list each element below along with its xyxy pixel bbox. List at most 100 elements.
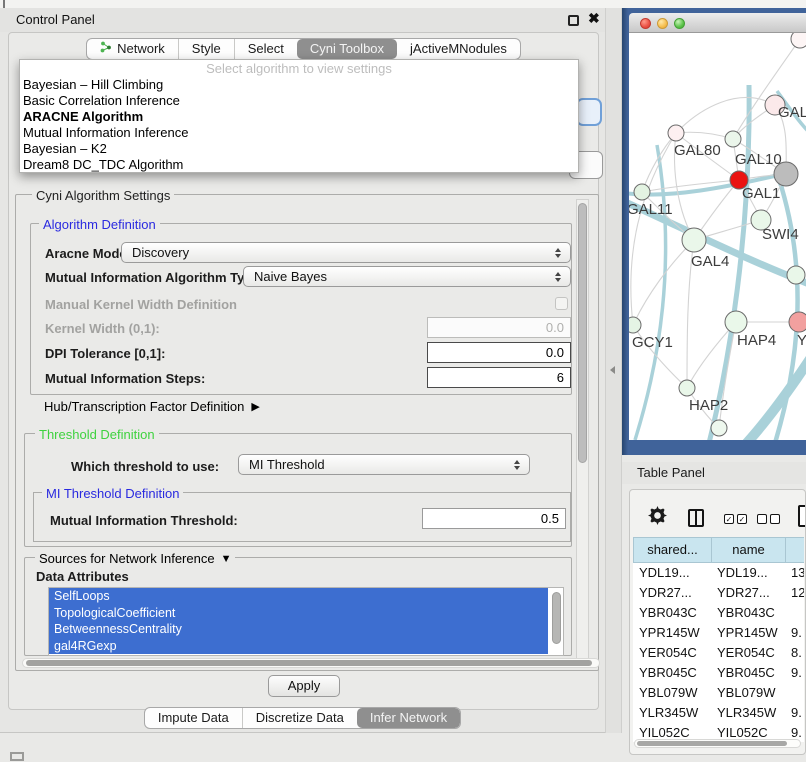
tab-cyni-toolbox[interactable]: Cyni Toolbox	[297, 39, 397, 59]
node-label-y: Y	[797, 332, 806, 349]
mi-steps-field[interactable]: 6	[427, 367, 571, 388]
dock-panel-icon[interactable]	[10, 752, 24, 761]
network-node[interactable]	[629, 317, 641, 333]
network-window-titlebar[interactable]	[629, 13, 806, 33]
table-cell: YER054C	[711, 643, 785, 663]
node-label-swi4: SWI4	[762, 226, 799, 243]
network-node[interactable]	[787, 266, 805, 284]
dropdown-item-bayesian-hill-climbing[interactable]: Bayesian – Hill Climbing	[20, 77, 578, 93]
list-scrollbar-thumb[interactable]	[552, 592, 561, 644]
attribute-item-betweennesscentrality[interactable]: BetweennessCentrality	[49, 621, 548, 638]
network-node[interactable]	[668, 125, 684, 141]
dropdown-item-bayesian-k2[interactable]: Bayesian – K2	[20, 141, 578, 157]
column-view-icon[interactable]	[688, 509, 704, 527]
table-cell: YBR043C	[633, 603, 711, 623]
network-canvas[interactable]: GALGAL80GAL10GAL1GAL11SWI4GAL4GCY1HAP4YH…	[629, 33, 806, 440]
aracne-mode-label: Aracne Mode:	[45, 246, 131, 261]
scrollbar-thumb[interactable]	[578, 203, 587, 463]
column-header-shared[interactable]: shared...	[633, 537, 711, 563]
network-node[interactable]	[791, 33, 806, 48]
mac-close-icon[interactable]	[640, 18, 651, 29]
table-cell: 13	[785, 563, 804, 583]
table-row[interactable]: YBR045CYBR045C9.	[633, 663, 804, 683]
dropdown-item-basic-correlation-inference[interactable]: Basic Correlation Inference	[20, 93, 578, 109]
kernel-width-field[interactable]: 0.0	[427, 317, 571, 338]
table-panel: ✓ ✓ shared...name YDL19...YDL19...13YDR2…	[629, 489, 806, 755]
table-toolbar: ✓ ✓	[630, 490, 805, 534]
close-icon[interactable]: ✖	[588, 10, 600, 27]
kernel-width-label: Kernel Width (0,1):	[45, 321, 160, 336]
settings-horizontal-scrollbar[interactable]	[22, 658, 600, 668]
table-cell: YPR145W	[633, 623, 711, 643]
control-panel-title: Control Panel	[16, 8, 95, 32]
attribute-item-selfloops[interactable]: SelfLoops	[49, 588, 548, 605]
table-row[interactable]: YPR145WYPR145W9.	[633, 623, 804, 643]
float-panel-icon[interactable]	[568, 15, 579, 26]
table-cell: YDL19...	[633, 563, 711, 583]
expander-right-icon[interactable]: ▶	[251, 400, 259, 413]
table-cell: YBL079W	[633, 683, 711, 703]
sources-collapser[interactable]: Sources for Network Inference ▼	[35, 551, 235, 566]
apply-button[interactable]: Apply	[268, 675, 340, 697]
dropdown-item-dream8-dc-tdc-algorithm[interactable]: Dream8 DC_TDC Algorithm	[20, 157, 578, 173]
attribute-item-topologicalcoefficient[interactable]: TopologicalCoefficient	[49, 605, 548, 622]
column-header-clipped[interactable]	[785, 537, 804, 563]
network-node[interactable]	[682, 228, 706, 252]
tab-style[interactable]: Style	[178, 39, 234, 59]
table-row[interactable]: YDL19...YDL19...13	[633, 563, 804, 583]
top-edge-artifact	[3, 0, 5, 8]
tab-network[interactable]: Network	[87, 39, 178, 59]
mac-zoom-icon[interactable]	[674, 18, 685, 29]
network-edge[interactable]	[676, 132, 733, 139]
table-row[interactable]: YBR043CYBR043C	[633, 603, 804, 623]
table-cell: YER054C	[633, 643, 711, 663]
network-node[interactable]	[725, 311, 747, 333]
node-attribute-table[interactable]: shared...name YDL19...YDL19...13YDR27...…	[633, 537, 804, 742]
network-node[interactable]	[679, 380, 695, 396]
attribute-item-gal4rgexp[interactable]: gal4RGexp	[49, 638, 548, 655]
network-node[interactable]	[634, 184, 650, 200]
table-row[interactable]: YLR345WYLR345W9.	[633, 703, 804, 723]
select-all-checkboxes-icon[interactable]: ✓ ✓	[724, 514, 747, 524]
table-row[interactable]: YDR27...YDR27...12	[633, 583, 804, 603]
dropdown-item-aracne-algorithm[interactable]: ARACNE Algorithm	[20, 109, 578, 125]
tab-jactivemnodules[interactable]: jActiveMNodules	[397, 39, 520, 59]
mi-threshold-field[interactable]: 0.5	[422, 508, 566, 529]
network-node[interactable]	[725, 131, 741, 147]
mi-algorithm-type-combobox[interactable]: Naive Bayes	[243, 266, 571, 287]
network-node[interactable]	[711, 420, 727, 436]
which-threshold-combobox[interactable]: MI Threshold	[238, 454, 530, 475]
scrollbar-thumb[interactable]	[26, 660, 592, 666]
table-row[interactable]: YER054CYER054C8.	[633, 643, 804, 663]
network-node[interactable]	[789, 312, 806, 332]
tab-impute-data[interactable]: Impute Data	[145, 708, 242, 728]
settings-vertical-scrollbar[interactable]	[576, 199, 589, 665]
network-edge[interactable]	[745, 353, 806, 440]
network-edge[interactable]	[733, 39, 800, 139]
splitter-collapse-icon[interactable]	[610, 366, 615, 374]
tab-discretize-data[interactable]: Discretize Data	[242, 708, 357, 728]
panel-splitter[interactable]	[605, 8, 622, 733]
deselect-all-checkboxes-icon[interactable]	[757, 514, 780, 524]
table-cell: YPR145W	[711, 623, 785, 643]
column-header-name[interactable]: name	[711, 537, 785, 563]
scrollbar-thumb[interactable]	[637, 741, 787, 746]
data-attributes-list[interactable]: SelfLoopsTopologicalCoefficientBetweenne…	[48, 587, 564, 656]
table-horizontal-scrollbar[interactable]	[634, 739, 801, 748]
manual-kernel-checkbox[interactable]	[555, 297, 568, 310]
aracne-mode-combobox[interactable]: Discovery	[121, 242, 571, 263]
algorithm-definition-title: Algorithm Definition	[39, 217, 160, 232]
gear-icon[interactable]	[648, 506, 667, 530]
dpi-tolerance-field[interactable]: 0.0	[427, 342, 571, 363]
table-body: YDL19...YDL19...13YDR27...YDR27...12YBR0…	[633, 563, 804, 742]
table-cell: YLR345W	[633, 703, 711, 723]
network-edge[interactable]	[631, 133, 676, 325]
dropdown-item-mutual-information-inference[interactable]: Mutual Information Inference	[20, 125, 578, 141]
document-icon[interactable]	[798, 505, 806, 527]
table-row[interactable]: YBL079WYBL079W	[633, 683, 804, 703]
mac-minimize-icon[interactable]	[657, 18, 668, 29]
hub-definition-expander[interactable]: Hub/Transcription Factor Definition ▶	[44, 399, 260, 414]
tab-bar: NetworkStyleSelectCyni ToolboxjActiveMNo…	[86, 38, 521, 60]
tab-infer-network[interactable]: Infer Network	[357, 708, 460, 728]
tab-select[interactable]: Select	[234, 39, 297, 59]
